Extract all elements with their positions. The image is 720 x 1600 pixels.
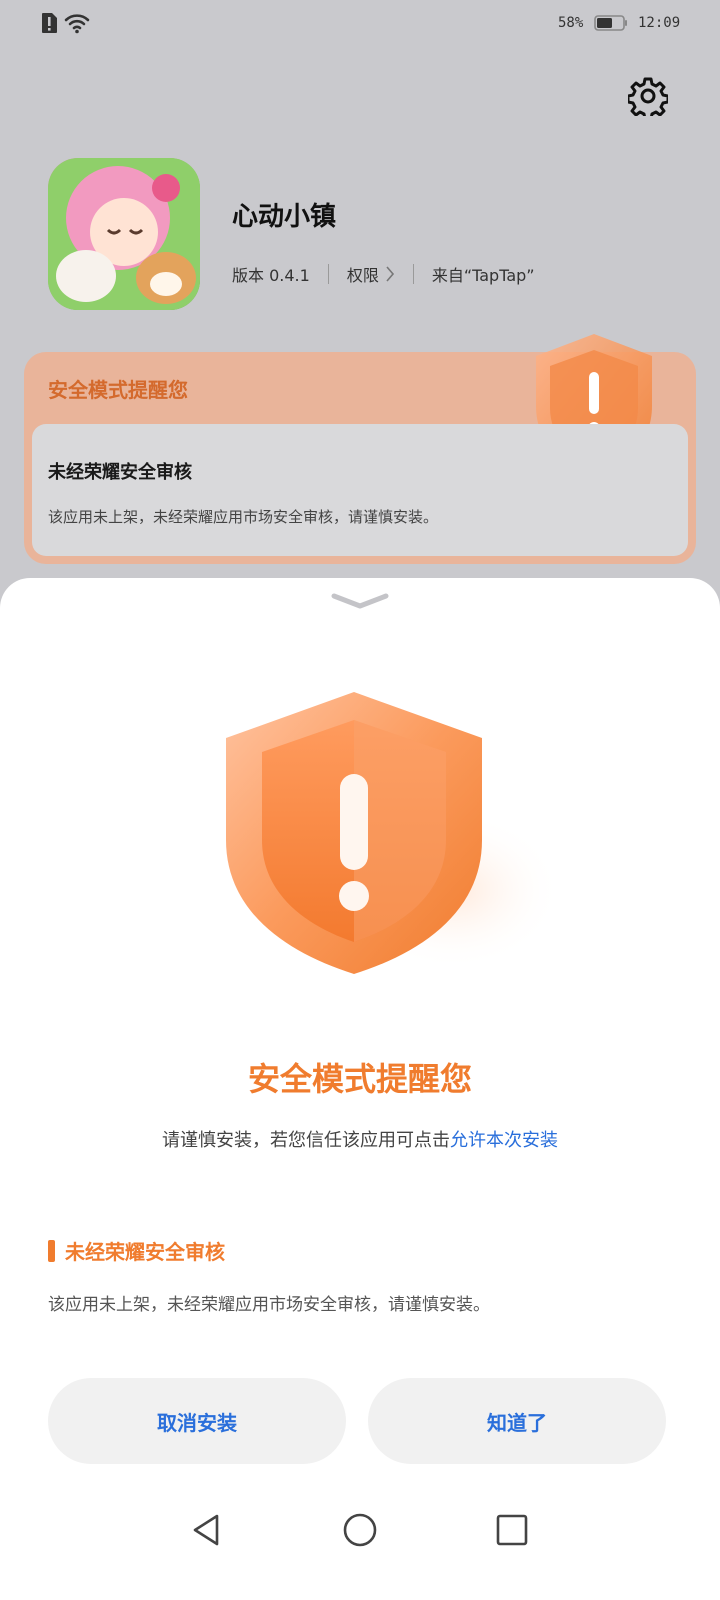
home-icon — [343, 1513, 377, 1547]
shield-alert-icon — [226, 692, 562, 974]
app-icon — [48, 158, 200, 310]
wifi-icon — [64, 14, 90, 34]
settings-button[interactable] — [624, 72, 672, 120]
back-button[interactable] — [186, 1510, 226, 1550]
sheet-title: 安全模式提醒您 — [247, 1060, 472, 1098]
clock: 12:09 — [638, 15, 681, 31]
warning-card-title: 安全模式提醒您 — [48, 378, 188, 402]
sheet-subtitle: 请谨慎安装，若您信任该应用可点击允许本次安装 — [0, 1126, 720, 1152]
bottom-sheet: 安全模式提醒您 请谨慎安装，若您信任该应用可点击允许本次安装 未经荣耀安全审核 … — [0, 578, 720, 1600]
warning-card-inner-desc: 该应用未上架，未经荣耀应用市场安全审核，请谨慎安装。 — [48, 508, 439, 526]
app-version: 版本 0.4.1 — [232, 266, 310, 285]
reason-accent-bar — [48, 1239, 55, 1262]
back-icon — [193, 1514, 219, 1546]
permissions-link[interactable]: 权限 — [347, 262, 395, 286]
chevron-right-icon — [386, 266, 394, 282]
battery-percent: 58% — [558, 15, 584, 31]
gear-icon — [628, 77, 668, 116]
divider — [412, 264, 414, 284]
reason-description: 该应用未上架，未经荣耀应用市场安全审核，请谨慎安装。 — [48, 1295, 490, 1315]
app-meta: 版本 0.4.1 权限 来自“TapTap” — [232, 262, 535, 286]
cancel-install-button[interactable]: 取消安装 — [48, 1378, 346, 1464]
navigation-bar — [0, 1496, 720, 1560]
recents-button[interactable] — [492, 1510, 532, 1550]
reason-title-text: 未经荣耀安全审核 — [65, 1240, 225, 1264]
allow-install-link[interactable]: 允许本次安装 — [450, 1130, 558, 1151]
divider — [327, 264, 329, 284]
permissions-label: 权限 — [346, 266, 379, 285]
battery-icon — [594, 15, 627, 31]
warning-card-inner-title: 未经荣耀安全审核 — [48, 462, 192, 483]
home-button[interactable] — [340, 1510, 380, 1550]
status-bar: 58% 12:09 — [0, 0, 720, 50]
sheet-subtitle-text: 请谨慎安装，若您信任该应用可点击 — [162, 1130, 450, 1151]
got-it-button[interactable]: 知道了 — [368, 1378, 666, 1464]
safety-warning-card: 安全模式提醒您 未经荣耀安全审核 该应用未上架，未经荣耀应用市场安全审核，请谨慎… — [24, 334, 696, 564]
app-source: 来自“TapTap” — [431, 266, 535, 285]
sim-alert-icon — [42, 13, 57, 33]
chevron-down-icon[interactable] — [330, 590, 390, 612]
app-name: 心动小镇 — [232, 202, 337, 232]
warning-card-inner: 未经荣耀安全审核 该应用未上架，未经荣耀应用市场安全审核，请谨慎安装。 — [32, 424, 688, 556]
reason-title: 未经荣耀安全审核 — [48, 1236, 225, 1265]
recents-icon — [496, 1514, 528, 1546]
